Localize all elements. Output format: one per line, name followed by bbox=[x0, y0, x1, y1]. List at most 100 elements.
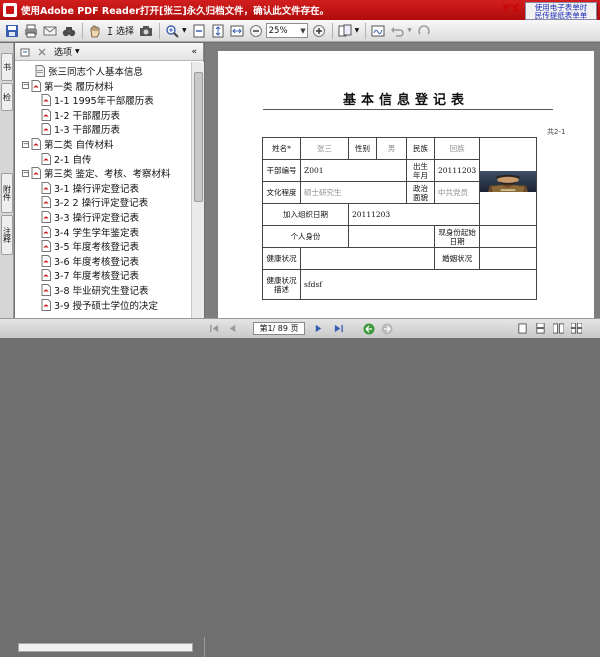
single-page-view-button[interactable] bbox=[516, 322, 529, 335]
bookmark-root[interactable]: 张三同志个人基本信息 bbox=[35, 64, 143, 78]
expand-bookmarks-icon[interactable] bbox=[20, 46, 32, 58]
zoom-level-select[interactable]: 25% ▼ bbox=[265, 23, 308, 38]
actual-size-button[interactable] bbox=[190, 22, 208, 40]
bookmark-item[interactable]: 3-2 2 操行评定登记表 bbox=[41, 195, 148, 209]
save-icon bbox=[6, 24, 18, 37]
save-button[interactable] bbox=[3, 22, 21, 40]
collapse-icon[interactable]: − bbox=[22, 140, 29, 148]
continuous-view-button[interactable] bbox=[534, 322, 547, 335]
delete-bookmark-icon[interactable] bbox=[36, 46, 48, 58]
next-page-icon bbox=[315, 324, 322, 333]
bookmark-category[interactable]: − 第二类 自传材料 bbox=[22, 137, 114, 151]
bookmark-item[interactable]: 1-1 1995年干部履历表 bbox=[41, 93, 154, 107]
bookmark-item[interactable]: 3-3 操行评定登记表 bbox=[41, 210, 139, 224]
personal-identity-field[interactable] bbox=[348, 225, 435, 248]
health-description-field[interactable]: sfdsf bbox=[299, 269, 538, 300]
gender-field[interactable]: 男 bbox=[376, 137, 407, 160]
fit-width-button[interactable] bbox=[228, 22, 246, 40]
tab-attachments[interactable]: 附件 bbox=[1, 173, 13, 213]
undo-button[interactable] bbox=[388, 22, 406, 40]
health-status-field[interactable] bbox=[300, 247, 435, 270]
zoom-out-icon bbox=[249, 24, 262, 37]
fit-page-button[interactable] bbox=[209, 22, 227, 40]
bookmark-item[interactable]: 1-3 干部履历表 bbox=[41, 122, 120, 136]
marital-status-label: 婚姻状况 bbox=[433, 247, 481, 270]
collapse-panel-icon[interactable]: « bbox=[191, 47, 197, 57]
bookmark-item[interactable]: 3-4 学生学年鉴定表 bbox=[41, 225, 139, 239]
continuous-facing-view-button[interactable] bbox=[570, 322, 583, 335]
select-tool-label[interactable]: 选择 bbox=[116, 24, 134, 37]
bookmark-item[interactable]: 2-1 自传 bbox=[41, 152, 92, 166]
page-layout-icon bbox=[338, 24, 352, 36]
go-back-button[interactable] bbox=[362, 322, 375, 335]
hand-tool-button[interactable] bbox=[86, 22, 104, 40]
forward-arrow-icon bbox=[381, 323, 392, 334]
marital-status-field[interactable] bbox=[479, 247, 538, 270]
bookmark-item[interactable]: 3-9 授予硕士学位的决定 bbox=[41, 298, 158, 312]
portrait-image bbox=[480, 171, 536, 192]
first-page-button[interactable] bbox=[208, 322, 221, 335]
undo-dropdown-arrow-icon[interactable]: ▼ bbox=[407, 27, 412, 34]
options-menu[interactable]: 选项 ▼ bbox=[54, 45, 80, 58]
actual-size-icon bbox=[193, 24, 205, 37]
bookmark-item[interactable]: 3-5 年度考核登记表 bbox=[41, 239, 139, 253]
last-page-button[interactable] bbox=[332, 322, 345, 335]
bookmark-label: 第二类 自传材料 bbox=[44, 140, 114, 151]
name-field[interactable]: 张三 bbox=[300, 137, 349, 160]
electronic-form-notice[interactable]: 使用电子表单时 民传提纸表单单 bbox=[525, 2, 597, 20]
sign-button[interactable] bbox=[369, 22, 387, 40]
tab-comments[interactable]: 注释 bbox=[1, 215, 13, 255]
toolbar-separator bbox=[331, 22, 333, 39]
print-button[interactable] bbox=[22, 22, 40, 40]
zoom-in-button[interactable] bbox=[163, 22, 181, 40]
gender-label: 性别 bbox=[348, 137, 377, 160]
health-status-label: 健康状况 bbox=[262, 247, 301, 270]
zoom-dropdown-arrow-icon[interactable]: ▼ bbox=[182, 27, 187, 34]
continuous-facing-icon bbox=[571, 323, 582, 334]
join-org-date-field[interactable]: 20111203 bbox=[347, 203, 481, 226]
rotate-button[interactable] bbox=[415, 22, 433, 40]
zoom-out-button[interactable] bbox=[247, 22, 265, 40]
find-button[interactable] bbox=[60, 22, 78, 40]
tab-search[interactable]: 检 bbox=[1, 83, 13, 111]
email-button[interactable] bbox=[41, 22, 59, 40]
scrollbar-thumb[interactable] bbox=[194, 72, 203, 202]
bookmark-item[interactable]: 3-8 毕业研究生登记表 bbox=[41, 283, 149, 297]
education-field[interactable]: 硕士研究生 bbox=[300, 181, 407, 204]
collapse-icon[interactable]: − bbox=[22, 82, 29, 90]
bookmark-category[interactable]: − 第一类 履历材料 bbox=[22, 79, 114, 93]
collapse-icon[interactable]: − bbox=[22, 169, 29, 177]
go-forward-button[interactable] bbox=[380, 322, 393, 335]
current-identity-start-field[interactable] bbox=[479, 225, 538, 248]
print-icon bbox=[25, 24, 37, 37]
select-tool-icon[interactable] bbox=[105, 22, 115, 40]
next-page-button[interactable] bbox=[312, 322, 325, 335]
snapshot-button[interactable] bbox=[137, 22, 155, 40]
zoom-value: 25% bbox=[268, 25, 288, 36]
ethnic-field[interactable]: 回族 bbox=[433, 137, 481, 160]
layout-dropdown-arrow-icon[interactable]: ▼ bbox=[355, 27, 360, 34]
bookmark-item[interactable]: 3-7 年度考核登记表 bbox=[41, 268, 139, 282]
brand-button[interactable]: Y℃ bbox=[503, 4, 520, 14]
political-status-field[interactable]: 中共党员 bbox=[433, 181, 481, 204]
document-viewport[interactable]: 基本信息登记表 共2-1 姓名* 张三 性别 男 民族 回族 干部编号 Z001… bbox=[205, 43, 600, 318]
cadre-number-field[interactable]: Z001 bbox=[300, 159, 407, 182]
bookmark-item[interactable]: 1-2 干部履历表 bbox=[41, 108, 120, 122]
bookmark-item[interactable]: 3-1 操行评定登记表 bbox=[41, 181, 139, 195]
bookmark-scrollbar[interactable] bbox=[191, 62, 204, 323]
last-page-icon bbox=[334, 324, 343, 333]
pdf-file-icon bbox=[41, 254, 51, 267]
window-title: 使用Adobe PDF Reader打开[张三]永久归档文件，确认此文件存在。 bbox=[21, 6, 330, 17]
tab-bookmarks[interactable]: 书 bbox=[1, 53, 13, 81]
page-number-input[interactable]: 第1/ 89 页 bbox=[253, 322, 305, 335]
pdf-file-icon bbox=[41, 108, 51, 121]
bookmark-horizontal-scrollbar[interactable] bbox=[18, 643, 193, 652]
bookmark-item[interactable]: 3-6 年度考核登记表 bbox=[41, 254, 139, 268]
birth-date-field[interactable]: 20111203 bbox=[433, 159, 481, 182]
bookmark-category[interactable]: − 第三类 鉴定、考核、考察材料 bbox=[22, 166, 171, 180]
zoom-in-plus-button[interactable] bbox=[310, 22, 328, 40]
main-toolbar: 选择 ▼ 25% ▼ ▼ ▼ bbox=[0, 20, 600, 42]
facing-view-button[interactable] bbox=[552, 322, 565, 335]
previous-page-button[interactable] bbox=[226, 322, 239, 335]
page-layout-button[interactable] bbox=[336, 22, 354, 40]
